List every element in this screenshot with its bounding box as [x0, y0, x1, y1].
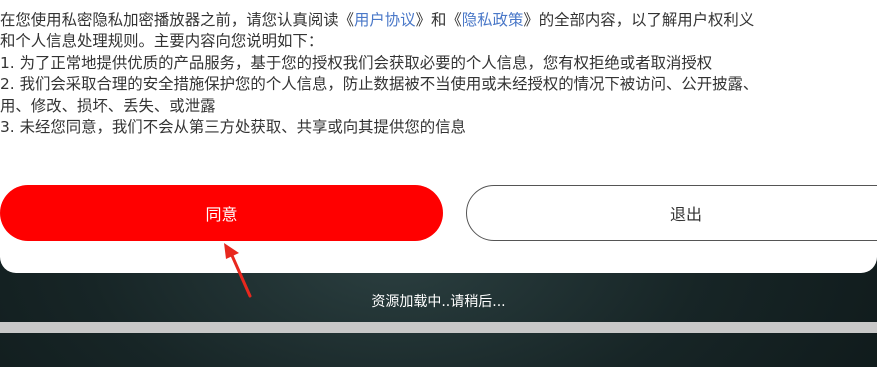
exit-button-label: 退出: [669, 205, 702, 224]
notice-line-3: 1. 为了正常地提供优质的产品服务，基于您的授权我们会获取必要的个人信息，您有权…: [0, 53, 713, 72]
notice-text: 》和《: [415, 11, 462, 29]
privacy-policy-link[interactable]: 隐私政策: [462, 11, 524, 29]
loading-progress-bar: [0, 322, 877, 333]
notice-text: 》的全部内容，以了解用户权利义: [523, 11, 755, 29]
loading-status-text: 资源加载中..请稍后...: [371, 294, 506, 310]
user-agreement-link[interactable]: 用户协议: [354, 11, 416, 29]
notice-line-5: 用、修改、损坏、丢失、或泄露: [0, 96, 216, 115]
agree-button-label: 同意: [205, 205, 238, 224]
privacy-notice-text: 在您使用私密隐私加密播放器之前，请您认真阅读《用户协议》和《隐私政策》的全部内容…: [0, 10, 877, 138]
notice-line-4: 2. 我们会采取合理的安全措施保护您的个人信息，防止数据被不当使用或未经授权的情…: [0, 75, 759, 94]
agree-button[interactable]: 同意: [0, 185, 443, 241]
splash-screen: 在您使用私密隐私加密播放器之前，请您认真阅读《用户协议》和《隐私政策》的全部内容…: [0, 0, 877, 367]
exit-button[interactable]: 退出: [466, 185, 877, 241]
notice-line-2: 和个人信息处理规则。主要内容向您说明如下：: [0, 32, 324, 51]
loading-progress-fill: [0, 322, 877, 333]
notice-text: 在您使用私密隐私加密播放器之前，请您认真阅读《: [0, 11, 354, 29]
notice-line-1: 在您使用私密隐私加密播放器之前，请您认真阅读《用户协议》和《隐私政策》的全部内容…: [0, 10, 877, 31]
privacy-dialog: 在您使用私密隐私加密播放器之前，请您认真阅读《用户协议》和《隐私政策》的全部内容…: [0, 0, 877, 273]
notice-line-6: 3. 未经您同意，我们不会从第三方处获取、共享或向其提供您的信息: [0, 117, 466, 136]
